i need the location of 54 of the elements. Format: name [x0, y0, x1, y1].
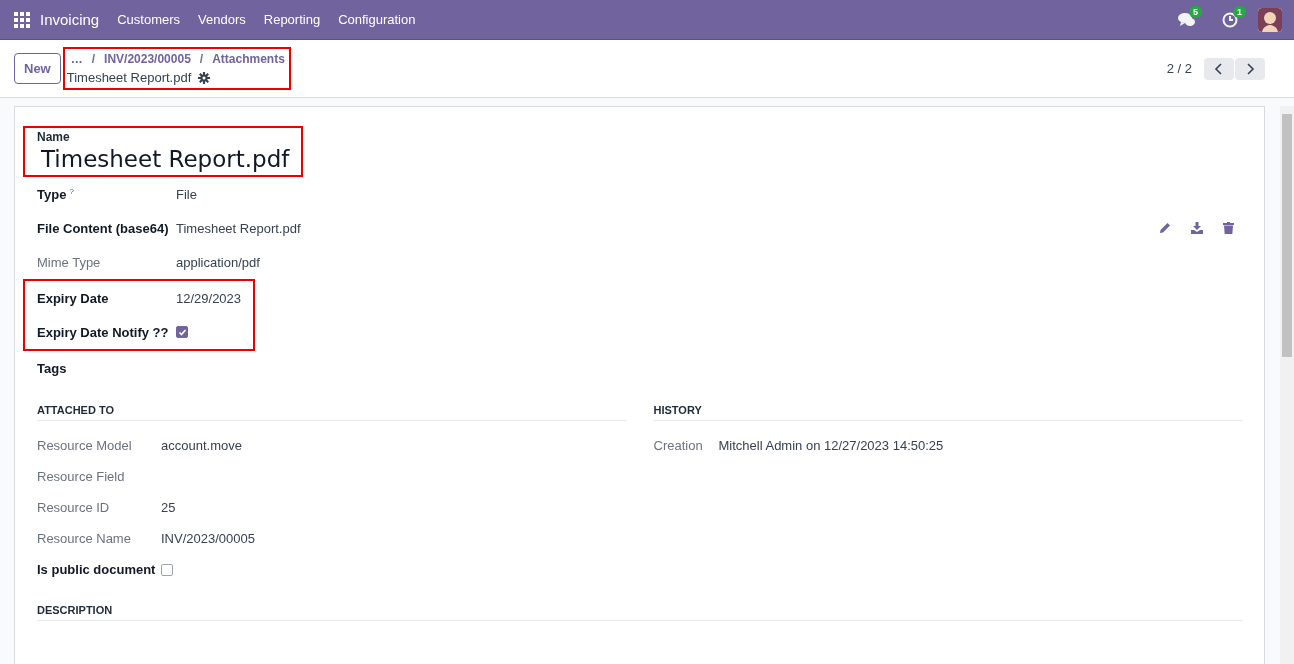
field-value: 25	[161, 500, 176, 515]
field-label: Expiry Date Notify ??	[37, 324, 170, 340]
field-label: Resource Model	[37, 438, 133, 453]
breadcrumb-separator: /	[91, 52, 96, 66]
field-label: Expiry Date	[37, 290, 110, 306]
menu-item[interactable]: Customers	[117, 12, 181, 27]
section-heading: DESCRIPTION	[37, 599, 1242, 621]
field-label: Mime Type	[37, 254, 102, 270]
download-icon[interactable]	[1191, 222, 1203, 234]
field-label: File Content (base64)	[37, 220, 170, 236]
pager-value: 2 / 2	[1166, 61, 1192, 76]
field-label: Resource Field	[37, 469, 126, 484]
breadcrumb-separator: /	[199, 52, 204, 66]
checkbox[interactable]	[161, 563, 173, 576]
apps-menu-icon[interactable]	[14, 11, 30, 28]
clock-icon[interactable]	[1222, 11, 1238, 28]
new-button[interactable]: New	[14, 53, 61, 84]
breadcrumb-link[interactable]: INV/2023/00005	[104, 52, 191, 66]
record-name-field[interactable]: Timesheet Report.pdf	[37, 144, 290, 175]
edit-icon[interactable]	[1159, 222, 1171, 234]
chat-icon[interactable]	[1178, 11, 1196, 28]
breadcrumb-link[interactable]: Attachments	[212, 52, 285, 66]
field-label: Is public document	[37, 562, 157, 577]
activity-count-badge: 1	[1233, 5, 1246, 18]
field-value: application/pdf	[176, 254, 260, 270]
field-label: Creation	[653, 438, 704, 453]
avatar-icon[interactable]	[1258, 7, 1282, 32]
previous-button[interactable]	[1204, 57, 1234, 80]
field-label: Resource Name	[37, 531, 132, 546]
breadcrumb-link[interactable]: …	[70, 52, 83, 66]
help-tooltip-mark[interactable]: ?	[69, 186, 74, 196]
app-name[interactable]: Invoicing	[40, 11, 100, 28]
scrollbar-thumb[interactable]	[1282, 114, 1292, 357]
field-label: Name	[37, 130, 71, 144]
message-count-badge: 5	[1189, 5, 1202, 18]
trash-icon[interactable]	[1223, 222, 1234, 234]
settings-icon[interactable]	[198, 71, 211, 84]
field-value: 12/29/2023	[176, 290, 242, 306]
checkbox[interactable]	[176, 326, 188, 338]
next-button[interactable]	[1235, 57, 1265, 80]
field-value: INV/2023/00005	[161, 531, 255, 546]
field-label: Type	[37, 186, 67, 202]
record-title: Timesheet Report.pdf	[66, 70, 192, 85]
field-value: account.move	[161, 438, 242, 453]
section-heading: ATTACHED TO	[37, 399, 626, 421]
file-name[interactable]: Timesheet Report.pdf	[176, 220, 301, 236]
section-heading: HISTORY	[653, 399, 1242, 421]
field-value: Mitchell Admin on 12/27/2023 14:50:25	[718, 438, 944, 453]
menu-item[interactable]: Vendors	[198, 12, 246, 27]
menu-item[interactable]: Configuration	[338, 12, 416, 27]
field-label: Resource ID	[37, 500, 111, 515]
field-label: Tags	[37, 360, 68, 376]
menu-item[interactable]: Reporting	[263, 12, 321, 27]
field-value: File	[176, 186, 197, 202]
